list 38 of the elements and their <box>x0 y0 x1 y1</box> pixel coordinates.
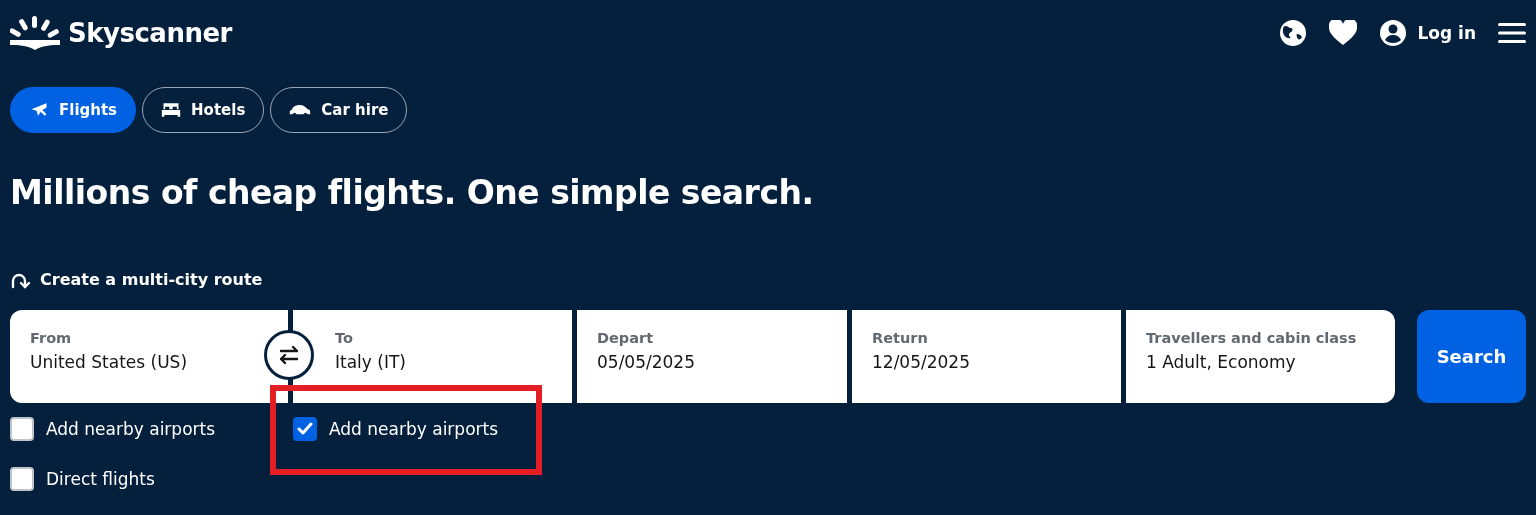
checkbox-option[interactable]: Add nearby airports <box>10 417 216 441</box>
heart-icon[interactable] <box>1329 20 1358 46</box>
field-label: From <box>30 330 73 346</box>
field-value: 12/05/2025 <box>872 352 971 372</box>
field-label: Depart <box>597 330 655 346</box>
multi-city-link[interactable]: Create a multi-city route <box>10 270 263 289</box>
input-field[interactable]: To Italy (IT) <box>293 310 572 403</box>
swap-icon <box>278 344 300 366</box>
logo-text[interactable]: Skyscanner <box>68 18 232 48</box>
field-value: United States (US) <box>30 352 189 372</box>
field-value: Italy (IT) <box>335 352 407 372</box>
input-field[interactable]: Return 12/05/2025 <box>852 310 1121 403</box>
field-value: 1 Adult, Economy <box>1146 352 1297 372</box>
option-label: Add nearby airports <box>46 419 216 439</box>
tab[interactable]: Flights <box>10 87 137 133</box>
search-button[interactable]: Search <box>1417 310 1526 403</box>
logo-icon <box>10 16 60 50</box>
checkbox[interactable] <box>10 417 34 441</box>
check-icon <box>297 422 313 436</box>
field-label: Return <box>872 330 929 346</box>
input-field[interactable]: From United States (US) <box>10 310 288 403</box>
checkbox[interactable] <box>10 467 34 491</box>
headline: Millions of cheap flights. One simple search. <box>10 172 815 214</box>
menu-icon[interactable] <box>1498 22 1526 44</box>
field-value: 05/05/2025 <box>597 352 696 372</box>
input-field[interactable]: Depart 05/05/2025 <box>577 310 847 403</box>
field-label: Travellers and cabin class <box>1146 330 1358 346</box>
checkbox-option[interactable]: Direct flights <box>10 467 155 491</box>
checkbox-option[interactable]: Add nearby airports <box>293 417 499 441</box>
user-icon <box>1379 19 1408 47</box>
globe-icon[interactable] <box>1279 19 1308 47</box>
checkbox[interactable] <box>293 417 317 441</box>
option-label: Add nearby airports <box>329 419 499 439</box>
field-label: To <box>335 330 354 346</box>
input-field[interactable]: Travellers and cabin class 1 Adult, Economy <box>1126 310 1395 403</box>
login-button[interactable]: Log in <box>1379 19 1476 47</box>
option-label: Direct flights <box>46 469 155 489</box>
bed-icon <box>161 101 182 119</box>
